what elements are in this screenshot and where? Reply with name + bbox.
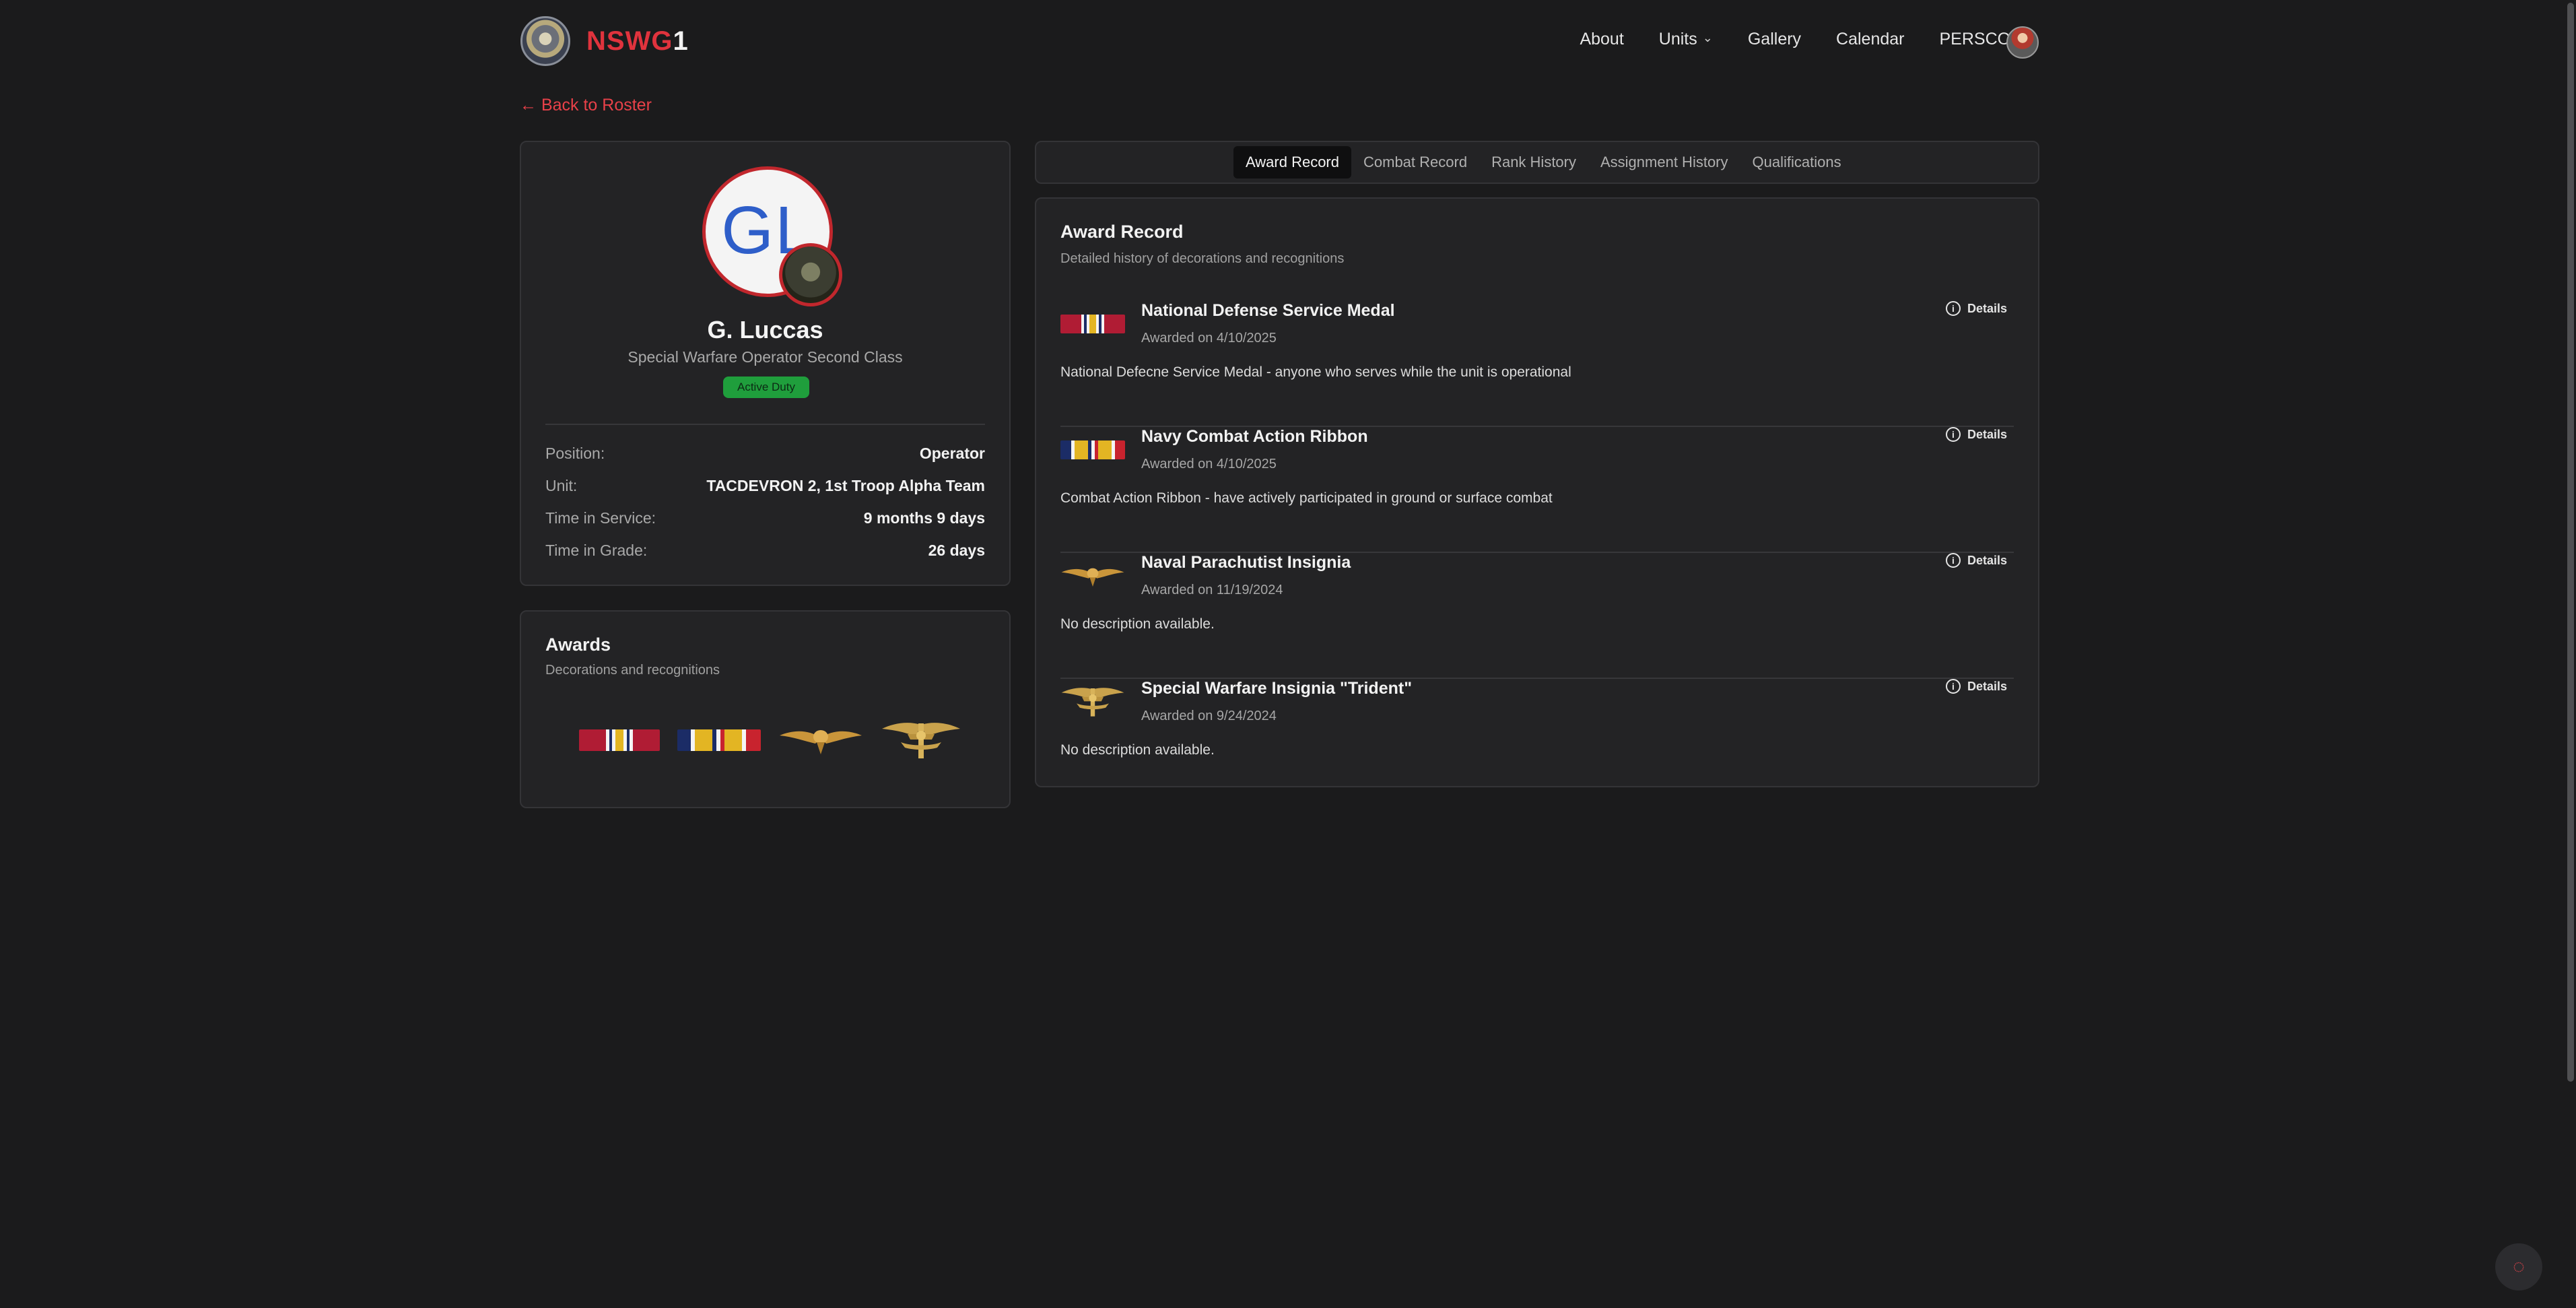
details-button[interactable]: i Details	[1945, 427, 2007, 442]
award-record-card: Award Record Detailed history of decorat…	[1035, 197, 2039, 787]
site-title: NSWG1	[586, 26, 689, 56]
info-icon: i	[1945, 427, 1961, 442]
nav-about[interactable]: About	[1580, 30, 1623, 49]
info-row-unit: Unit: TACDEVRON 2, 1st Troop Alpha Team	[545, 476, 985, 494]
award-name: National Defense Service Medal	[1141, 301, 1395, 320]
award-record-title: Award Record	[1060, 222, 1184, 242]
scrollbar-thumb[interactable]	[2567, 3, 2574, 1082]
award-date: Awarded on 4/10/2025	[1141, 331, 1277, 346]
divider	[545, 424, 985, 425]
awards-rack	[579, 719, 961, 761]
award-entry: Naval Parachutist Insignia Awarded on 11…	[1060, 553, 2014, 679]
tab-qualifications[interactable]: Qualifications	[1740, 146, 1854, 178]
car-ribbon-icon	[1060, 436, 1125, 463]
award-entry: Special Warfare Insignia "Trident" Award…	[1060, 679, 2014, 805]
award-description: No description available.	[1060, 742, 1215, 758]
awards-subtitle: Decorations and recognitions	[545, 663, 720, 678]
info-icon: i	[1945, 679, 1961, 694]
parachutist-wings-icon[interactable]	[778, 723, 863, 757]
awards-card: Awards Decorations and recognitions	[520, 610, 1011, 808]
tab-assignment-history[interactable]: Assignment History	[1588, 146, 1740, 178]
award-description: Combat Action Ribbon - have actively par…	[1060, 490, 1553, 506]
award-record-subtitle: Detailed history of decorations and reco…	[1060, 251, 1345, 266]
user-avatar[interactable]	[2006, 26, 2039, 59]
car-ribbon-icon[interactable]	[677, 729, 761, 751]
nswg-seal-icon	[520, 16, 570, 66]
trident-insignia-icon	[1060, 688, 1125, 717]
details-button[interactable]: i Details	[1945, 553, 2007, 568]
details-button[interactable]: i Details	[1945, 679, 2007, 694]
unit-badge-icon	[779, 243, 842, 306]
nav-links: About Units⌄ Gallery Calendar PERSCOM⌄	[1545, 30, 2040, 49]
award-date: Awarded on 4/10/2025	[1141, 457, 1277, 471]
info-row-position: Position: Operator	[545, 444, 985, 462]
award-description: National Defecne Service Medal - anyone …	[1060, 364, 1571, 380]
info-icon: i	[1945, 553, 1961, 568]
award-date: Awarded on 11/19/2024	[1141, 583, 1283, 597]
info-row-time-in-service: Time in Service: 9 months 9 days	[545, 509, 985, 527]
trident-insignia-icon[interactable]	[881, 719, 961, 761]
profile-rank: Special Warfare Operator Second Class	[628, 348, 903, 366]
award-entry: Navy Combat Action Ribbon Awarded on 4/1…	[1060, 427, 2014, 553]
awards-title: Awards	[545, 634, 611, 655]
award-description: No description available.	[1060, 616, 1215, 632]
tab-combat-record[interactable]: Combat Record	[1351, 146, 1479, 178]
nav-gallery[interactable]: Gallery	[1748, 30, 1801, 49]
profile-card: GL G. Luccas Special Warfare Operator Se…	[520, 141, 1011, 586]
award-name: Naval Parachutist Insignia	[1141, 553, 1351, 572]
cookie-icon: ◌	[2513, 1255, 2525, 1278]
award-entry: National Defense Service Medal Awarded o…	[1060, 301, 2014, 427]
tabs-bar: Award Record Combat Record Rank History …	[1035, 141, 2039, 184]
tab-rank-history[interactable]: Rank History	[1479, 146, 1588, 178]
details-button[interactable]: i Details	[1945, 301, 2007, 316]
parachutist-wings-icon	[1060, 562, 1125, 589]
chevron-down-icon: ⌄	[1702, 31, 1713, 44]
profile-name: G. Luccas	[707, 316, 823, 344]
award-name: Special Warfare Insignia "Trident"	[1141, 679, 1413, 698]
site-logo[interactable]: NSWG1	[520, 16, 689, 66]
ndsm-ribbon-icon	[1060, 310, 1125, 337]
back-to-roster-link[interactable]: ← Back to Roster	[520, 96, 652, 115]
nav-calendar[interactable]: Calendar	[1836, 30, 1904, 49]
info-row-time-in-grade: Time in Grade: 26 days	[545, 541, 985, 559]
nav-units[interactable]: Units ⌄	[1659, 30, 1713, 49]
status-badge: Active Duty	[723, 377, 809, 398]
cookie-settings-button[interactable]: ◌	[2495, 1243, 2542, 1290]
award-date: Awarded on 9/24/2024	[1141, 709, 1277, 723]
ndsm-ribbon-icon[interactable]	[579, 729, 660, 751]
award-name: Navy Combat Action Ribbon	[1141, 427, 1368, 446]
tab-award-record[interactable]: Award Record	[1233, 146, 1351, 178]
info-icon: i	[1945, 301, 1961, 316]
tab-list: Award Record Combat Record Rank History …	[1233, 146, 1854, 178]
page-scrollbar[interactable]	[2565, 0, 2576, 1308]
top-navbar: NSWG1 About Units ⌄ Gallery Calendar PERS…	[0, 0, 2576, 84]
